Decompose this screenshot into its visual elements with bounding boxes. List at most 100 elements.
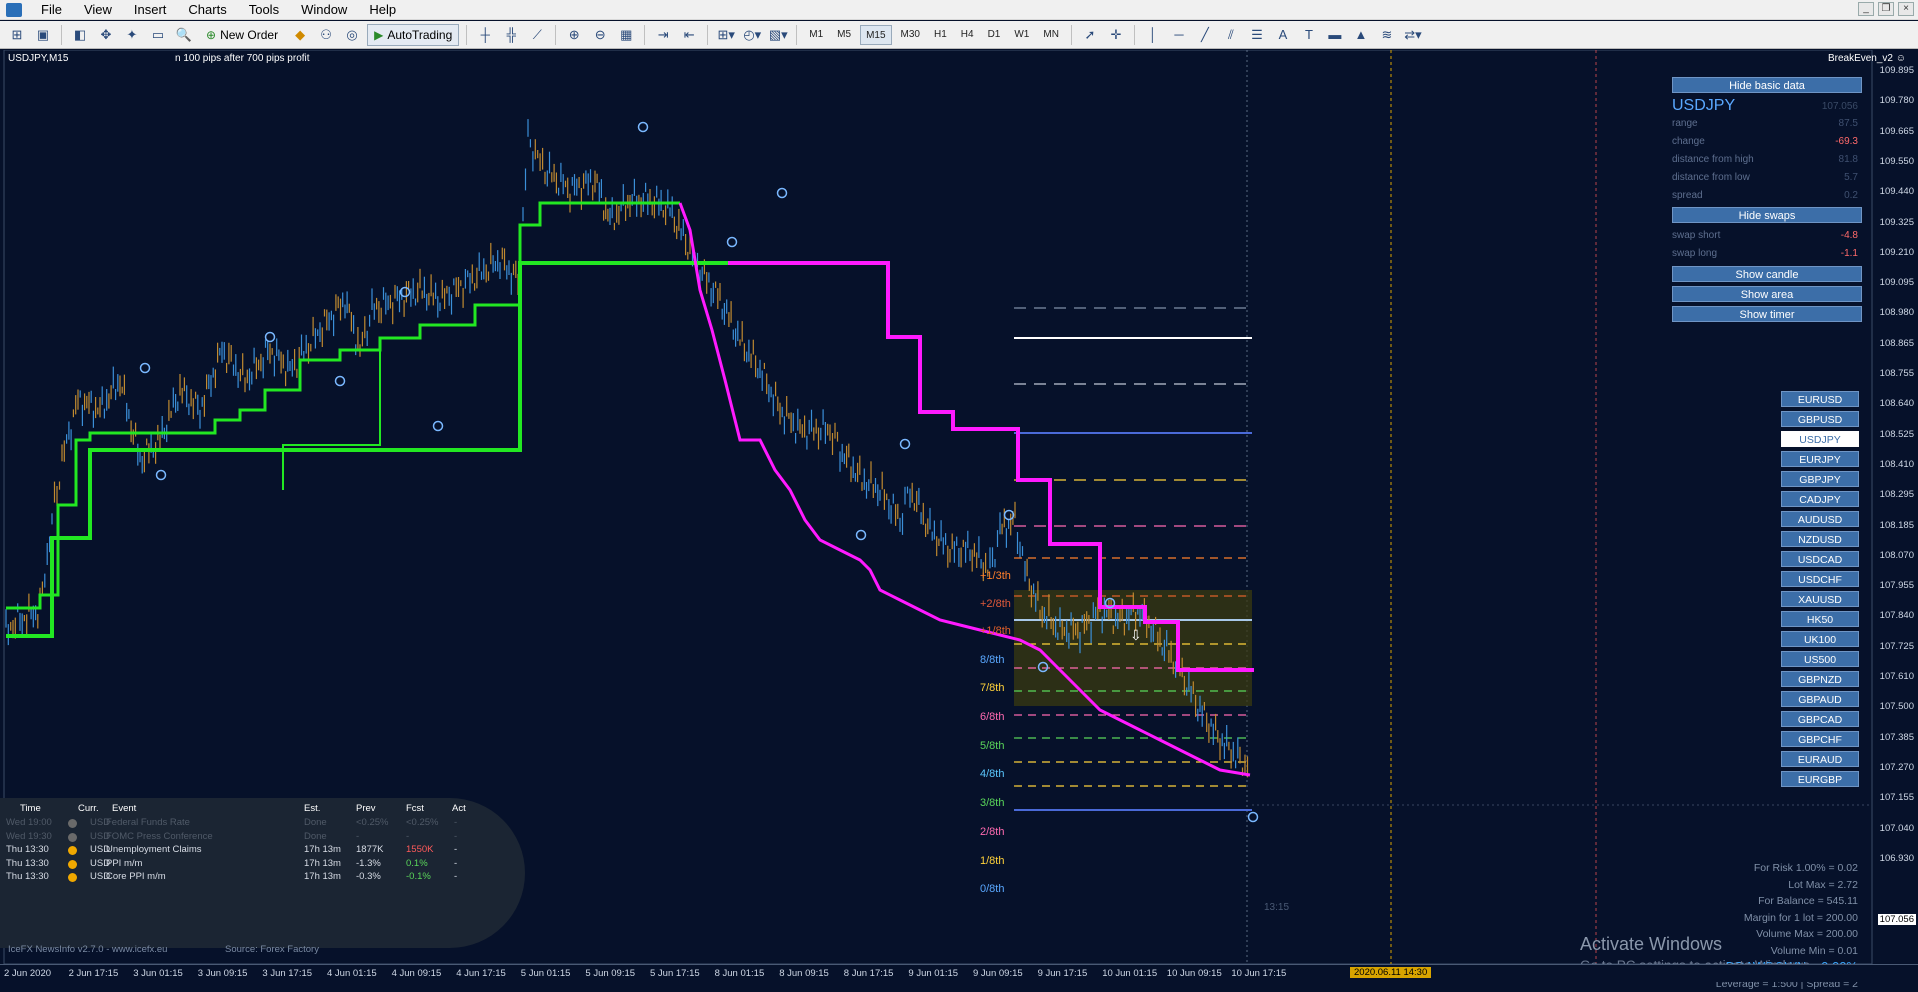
pair-button-audusd[interactable]: AUDUSD	[1781, 511, 1859, 527]
candlestick-icon[interactable]: ╬	[500, 24, 522, 46]
tf-m5[interactable]: M5	[832, 25, 856, 45]
candle-timer: 13:15	[1264, 902, 1289, 913]
time-axis[interactable]: 2 Jun 20202 Jun 17:153 Jun 01:153 Jun 09…	[0, 964, 1918, 982]
tester-icon[interactable]: 🔍	[173, 24, 195, 46]
pair-button-eurusd[interactable]: EURUSD	[1781, 391, 1859, 407]
pair-button-gbpusd[interactable]: GBPUSD	[1781, 411, 1859, 427]
indicators-icon[interactable]: ⊞▾	[715, 24, 737, 46]
chart-window[interactable]: ⇩ USDJPY,M15 n 100 pips after 700 pips p…	[0, 50, 1918, 982]
pair-button-us500[interactable]: US500	[1781, 651, 1859, 667]
hide-basic-data-button[interactable]: Hide basic data	[1672, 77, 1862, 93]
menu-insert[interactable]: Insert	[123, 0, 178, 20]
news-cell-est: Done	[304, 817, 327, 828]
navigator-icon[interactable]: ✦	[121, 24, 143, 46]
hide-swaps-button[interactable]: Hide swaps	[1672, 207, 1862, 223]
pair-button-usdchf[interactable]: USDCHF	[1781, 571, 1859, 587]
restore-button[interactable]: ❐	[1878, 2, 1894, 16]
periods-icon[interactable]: ◴▾	[741, 24, 763, 46]
tf-mn[interactable]: MN	[1038, 25, 1064, 45]
price-axis[interactable]: 109.895109.780109.665109.550109.440109.3…	[1872, 50, 1918, 972]
app-icon[interactable]	[6, 3, 22, 17]
price-tick-label: 107.270	[1880, 762, 1914, 773]
tf-w1[interactable]: W1	[1009, 25, 1034, 45]
channel-icon[interactable]: ⫽	[1220, 24, 1242, 46]
menu-charts[interactable]: Charts	[177, 0, 237, 20]
menu-view[interactable]: View	[73, 0, 123, 20]
tf-d1[interactable]: D1	[983, 25, 1006, 45]
pair-button-gbpchf[interactable]: GBPCHF	[1781, 731, 1859, 747]
pair-button-usdcad[interactable]: USDCAD	[1781, 551, 1859, 567]
experts-icon[interactable]: ⚇	[315, 24, 337, 46]
pair-button-gbpnzd[interactable]: GBPNZD	[1781, 671, 1859, 687]
price-tick-label: 107.500	[1880, 701, 1914, 712]
close-button[interactable]: ×	[1898, 2, 1914, 16]
tf-h1[interactable]: H1	[929, 25, 952, 45]
terminal-icon[interactable]: ▭	[147, 24, 169, 46]
pair-button-gbpcad[interactable]: GBPCAD	[1781, 711, 1859, 727]
tf-m15[interactable]: M15	[860, 25, 891, 45]
pair-button-nzdusd[interactable]: NZDUSD	[1781, 531, 1859, 547]
signals-icon[interactable]: ◎	[341, 24, 363, 46]
vertical-line-icon[interactable]: │	[1142, 24, 1164, 46]
impact-dot-icon	[68, 819, 77, 828]
news-cell-fcst: 0.1%	[406, 858, 428, 869]
tf-h4[interactable]: H4	[956, 25, 979, 45]
show-candle-button[interactable]: Show candle	[1672, 266, 1862, 282]
pair-button-euraud[interactable]: EURAUD	[1781, 751, 1859, 767]
menu-window[interactable]: Window	[290, 0, 358, 20]
pair-button-uk100[interactable]: UK100	[1781, 631, 1859, 647]
minimize-button[interactable]: _	[1858, 2, 1874, 16]
new-chart-icon[interactable]: ⊞	[6, 24, 28, 46]
news-cell-time: Thu 13:30	[6, 858, 49, 869]
menu-tools[interactable]: Tools	[238, 0, 290, 20]
menu-file[interactable]: File	[30, 0, 73, 20]
pair-button-hk50[interactable]: HK50	[1781, 611, 1859, 627]
panel-row-swap-long: swap long-1.1	[1672, 245, 1864, 263]
panel-row-swap-short: swap short-4.8	[1672, 227, 1864, 245]
crosshair-icon[interactable]: ✛	[1105, 24, 1127, 46]
tf-m30[interactable]: M30	[896, 25, 925, 45]
swing-point-marker	[1005, 511, 1014, 520]
pair-button-eurjpy[interactable]: EURJPY	[1781, 451, 1859, 467]
autotrading-button[interactable]: ▶AutoTrading	[367, 24, 459, 46]
line-chart-icon[interactable]: ⟋	[526, 24, 548, 46]
pair-button-usdjpy[interactable]: USDJPY	[1781, 431, 1859, 447]
pair-button-xauusd[interactable]: XAUUSD	[1781, 591, 1859, 607]
show-area-button[interactable]: Show area	[1672, 286, 1862, 302]
templates-icon[interactable]: ▧▾	[767, 24, 789, 46]
chart-shift-icon[interactable]: ⇤	[678, 24, 700, 46]
arrows-icon[interactable]: ⇄▾	[1402, 24, 1424, 46]
time-tick-label: 10 Jun 17:15	[1231, 968, 1286, 979]
pair-button-cadjpy[interactable]: CADJPY	[1781, 491, 1859, 507]
metaeditor-icon[interactable]: ◆	[289, 24, 311, 46]
fibo-fan-icon[interactable]: ≋	[1376, 24, 1398, 46]
text-icon[interactable]: A	[1272, 24, 1294, 46]
zoom-in-icon[interactable]: ⊕	[563, 24, 585, 46]
fibonacci-icon[interactable]: ☰	[1246, 24, 1268, 46]
market-watch-icon[interactable]: ◧	[69, 24, 91, 46]
show-timer-button[interactable]: Show timer	[1672, 306, 1862, 322]
tile-windows-icon[interactable]: ▦	[615, 24, 637, 46]
zoom-out-icon[interactable]: ⊖	[589, 24, 611, 46]
pair-button-eurgbp[interactable]: EURGBP	[1781, 771, 1859, 787]
text-label-icon[interactable]: T	[1298, 24, 1320, 46]
cursor-icon[interactable]: ➚	[1079, 24, 1101, 46]
triangle-icon[interactable]: ▲	[1350, 24, 1372, 46]
trendline-icon[interactable]: ╱	[1194, 24, 1216, 46]
bar-chart-icon[interactable]: ┼	[474, 24, 496, 46]
auto-scroll-icon[interactable]: ⇥	[652, 24, 674, 46]
news-cell-event: FOMC Press Conference	[106, 831, 213, 842]
time-tick-label: 10 Jun 09:15	[1167, 968, 1222, 979]
impact-dot-icon	[68, 846, 77, 855]
horizontal-line-icon[interactable]: ─	[1168, 24, 1190, 46]
new-order-button[interactable]: ⊕New Order	[199, 24, 285, 46]
separator	[1071, 25, 1072, 45]
pair-button-gbpaud[interactable]: GBPAUD	[1781, 691, 1859, 707]
profiles-icon[interactable]: ▣	[32, 24, 54, 46]
rectangle-icon[interactable]: ▬	[1324, 24, 1346, 46]
pair-button-gbpjpy[interactable]: GBPJPY	[1781, 471, 1859, 487]
data-window-icon[interactable]: ✥	[95, 24, 117, 46]
time-tick-label: 3 Jun 09:15	[198, 968, 248, 979]
tf-m1[interactable]: M1	[804, 25, 828, 45]
menu-help[interactable]: Help	[358, 0, 407, 20]
